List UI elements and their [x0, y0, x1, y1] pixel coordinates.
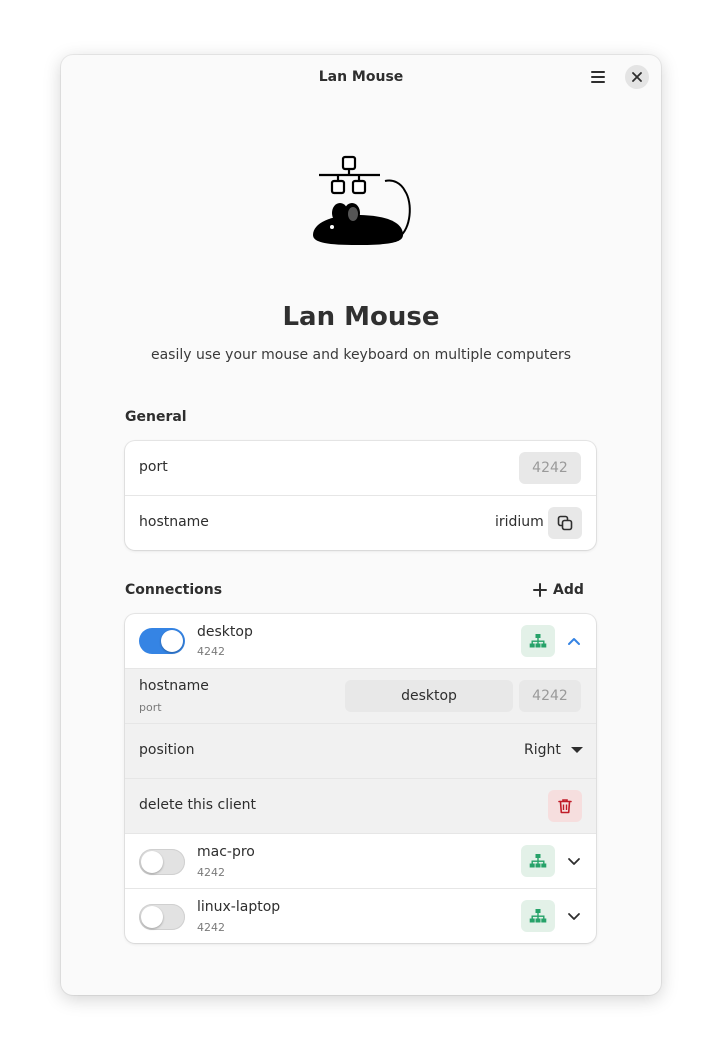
network-status-icon — [529, 909, 547, 923]
client-position-row: position Right — [125, 723, 596, 779]
client-enable-switch[interactable] — [139, 849, 185, 875]
port-label: port — [139, 459, 168, 475]
hamburger-menu-icon — [591, 71, 605, 83]
switch-knob — [161, 630, 183, 652]
window-title: Lan Mouse — [318, 69, 404, 85]
client-row-mac-pro[interactable]: mac-pro 4242 — [125, 833, 596, 889]
close-icon — [632, 72, 642, 82]
chevron-up-icon — [568, 638, 580, 645]
app-window: Lan Mouse Lan Mouse easily use your mous… — [61, 55, 661, 995]
header-bar: Lan Mouse — [61, 55, 661, 101]
client-status-button[interactable] — [521, 900, 555, 932]
app-logo — [309, 153, 413, 249]
client-enable-switch[interactable] — [139, 904, 185, 930]
client-delete-row: delete this client — [125, 778, 596, 834]
app-name-heading: Lan Mouse — [282, 302, 440, 332]
plus-icon — [533, 583, 547, 597]
copy-icon — [557, 515, 573, 531]
client-port: 4242 — [197, 645, 225, 658]
client-row-desktop[interactable]: desktop 4242 — [125, 614, 596, 668]
expand-client-button[interactable] — [566, 909, 582, 925]
chevron-down-icon — [568, 913, 580, 920]
client-position-value: Right — [524, 742, 561, 758]
app-subtitle: easily use your mouse and keyboard on mu… — [150, 347, 572, 363]
client-status-button[interactable] — [521, 625, 555, 657]
hostname-label: hostname — [139, 514, 209, 530]
client-port-label: port — [139, 701, 162, 714]
client-row-linux-laptop[interactable]: linux-laptop 4242 — [125, 888, 596, 943]
expand-client-button[interactable] — [566, 854, 582, 870]
client-address-row: hostname port desktop 4242 — [125, 668, 596, 724]
port-row: port 4242 — [125, 441, 596, 495]
network-status-icon — [529, 854, 547, 868]
hostname-value: iridium — [495, 514, 544, 530]
client-name: desktop — [197, 624, 253, 640]
switch-knob — [141, 906, 163, 928]
client-port: 4242 — [197, 921, 225, 934]
client-port-input[interactable]: 4242 — [519, 680, 581, 712]
hostname-row: hostname iridium — [125, 495, 596, 550]
general-card: port 4242 hostname iridium — [125, 441, 596, 550]
port-input[interactable]: 4242 — [519, 452, 581, 484]
client-name: linux-laptop — [197, 899, 281, 915]
client-name: mac-pro — [197, 844, 255, 860]
general-section-title: General — [125, 409, 187, 425]
client-hostname-label: hostname — [139, 678, 209, 694]
network-status-icon — [529, 634, 547, 648]
client-enable-switch[interactable] — [139, 628, 185, 654]
add-client-label: Add — [553, 582, 584, 598]
client-position-label: position — [139, 742, 195, 758]
chevron-down-icon — [568, 858, 580, 865]
trash-icon — [558, 799, 572, 814]
client-hostname-input[interactable]: desktop — [345, 680, 513, 712]
client-port: 4242 — [197, 866, 225, 879]
copy-hostname-button[interactable] — [548, 507, 582, 539]
connections-card: desktop 4242 hostname port desktop 4242 … — [125, 614, 596, 943]
client-delete-label: delete this client — [139, 797, 257, 813]
switch-knob — [141, 851, 163, 873]
add-client-button[interactable]: Add — [533, 580, 584, 600]
mouse-network-logo-icon — [313, 155, 411, 245]
close-window-button[interactable] — [625, 65, 649, 89]
main-menu-button[interactable] — [587, 66, 609, 88]
triangle-down-icon — [570, 746, 583, 754]
delete-client-button[interactable] — [548, 790, 582, 822]
connections-section-title: Connections — [125, 582, 223, 598]
client-status-button[interactable] — [521, 845, 555, 877]
collapse-client-button[interactable] — [566, 633, 582, 649]
client-position-dropdown[interactable]: Right — [524, 742, 583, 758]
